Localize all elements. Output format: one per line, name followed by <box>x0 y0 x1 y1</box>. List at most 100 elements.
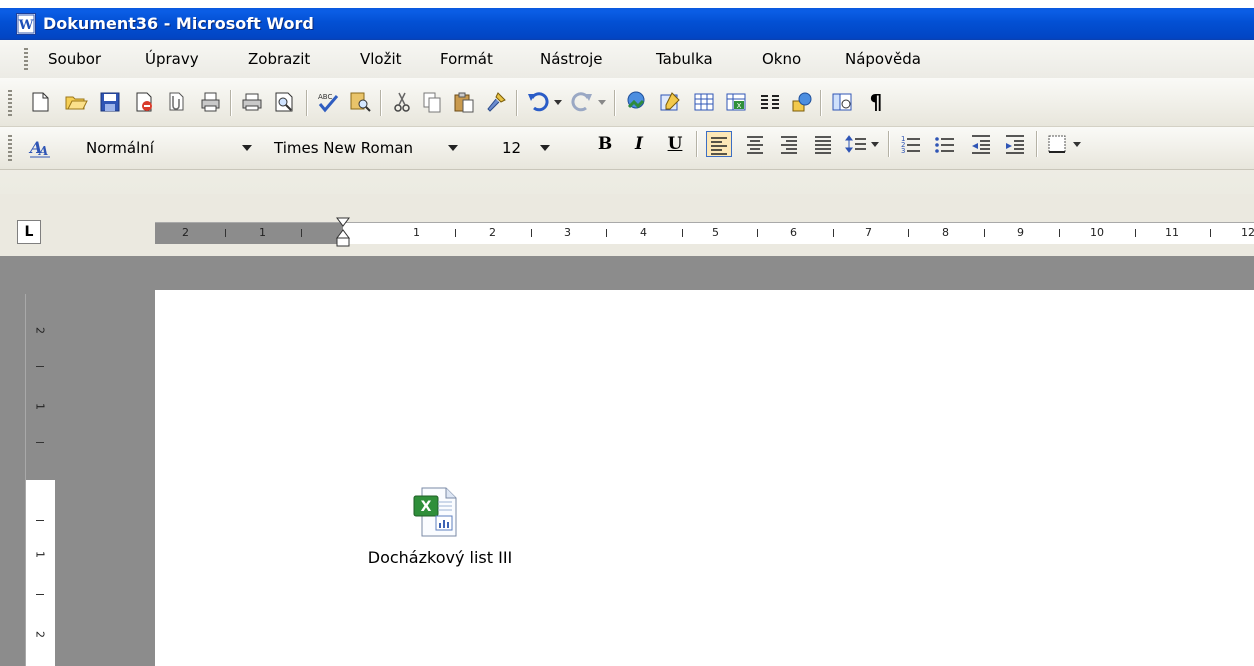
numbering-icon: 123 <box>901 135 920 155</box>
cut-icon[interactable] <box>390 90 414 114</box>
menu-tabulka[interactable]: Tabulka <box>656 50 713 68</box>
copy-icon[interactable] <box>420 90 444 114</box>
borders-button[interactable] <box>1046 131 1086 157</box>
undo-dropdown-icon[interactable] <box>552 94 564 118</box>
bullets-button[interactable] <box>932 131 958 157</box>
increase-indent-icon <box>1006 135 1024 154</box>
vruler-label: 2 <box>33 327 47 334</box>
show-formatting-icon[interactable]: ¶ <box>864 90 888 114</box>
ruler-label: 1 <box>413 226 420 239</box>
menu-bar: Soubor Úpravy Zobrazit Vložit Formát Nás… <box>0 40 1254 79</box>
align-center-icon <box>747 136 763 154</box>
vertical-ruler[interactable]: 2 1 1 2 <box>25 294 55 666</box>
ruler-margin-top <box>26 294 55 480</box>
title-bar[interactable]: W Dokument36 - Microsoft Word <box>0 0 1254 40</box>
save-icon[interactable] <box>98 90 122 114</box>
vruler-label: 1 <box>33 403 47 410</box>
font-size-dropdown-arrow-icon[interactable] <box>540 145 550 151</box>
menu-okno[interactable]: Okno <box>762 50 801 68</box>
numbering-button[interactable]: 123 <box>898 131 924 157</box>
redo-dropdown-icon[interactable] <box>596 94 608 118</box>
vruler-label: 1 <box>33 551 47 558</box>
justify-icon <box>815 136 831 154</box>
justify-button[interactable] <box>810 131 836 157</box>
tab-selector[interactable]: L <box>17 220 41 244</box>
formatting-toolbar: AA Normální Times New Roman 12 B I U 1 2… <box>0 127 1254 170</box>
ruler-label: 6 <box>790 226 797 239</box>
research-icon[interactable] <box>348 90 372 114</box>
font-dropdown[interactable]: Times New Roman <box>266 135 470 159</box>
line-spacing-icon <box>845 135 879 153</box>
styles-formatting-icon[interactable]: AA <box>28 135 52 159</box>
toolbar-grip[interactable] <box>8 90 12 116</box>
formatting-grip[interactable] <box>8 135 12 161</box>
ruler-label: 2 <box>489 226 496 239</box>
menu-vlozit[interactable]: Vložit <box>360 50 402 68</box>
ruler-label: 4 <box>640 226 647 239</box>
drawing-icon[interactable] <box>790 90 814 114</box>
font-dropdown-arrow-icon[interactable] <box>448 145 458 151</box>
menu-nastroje[interactable]: Nástroje <box>540 50 603 68</box>
print-preview-printer-icon[interactable] <box>240 90 264 114</box>
decrease-indent-button[interactable] <box>968 131 994 157</box>
align-left-button[interactable] <box>706 131 732 157</box>
email-attach-icon[interactable] <box>164 90 188 114</box>
menu-soubor[interactable]: Soubor <box>48 50 101 68</box>
font-size-dropdown[interactable]: 12 <box>496 135 560 159</box>
menu-upravy[interactable]: Úpravy <box>145 50 199 68</box>
print-icon[interactable] <box>198 90 222 114</box>
document-workspace: 2 1 1 2 X Docházkový list III <box>0 256 1254 666</box>
bold-button[interactable]: B <box>592 131 618 157</box>
embedded-object-caption: Docházkový list III <box>367 548 513 567</box>
underline-button[interactable]: U <box>662 131 688 157</box>
style-dropdown-arrow-icon[interactable] <box>242 145 252 151</box>
font-value: Times New Roman <box>274 139 414 157</box>
horizontal-ruler[interactable]: 2 1 1 2 3 4 5 6 7 8 9 10 11 12 <box>155 217 1254 247</box>
tables-borders-icon[interactable] <box>658 90 682 114</box>
align-right-button[interactable] <box>776 131 802 157</box>
insert-excel-sheet-icon[interactable]: X <box>724 90 748 114</box>
style-dropdown[interactable]: Normální <box>60 135 260 159</box>
columns-icon[interactable] <box>758 90 782 114</box>
document-map-icon[interactable] <box>830 90 854 114</box>
menu-zobrazit[interactable]: Zobrazit <box>248 50 310 68</box>
menu-napoveda[interactable]: Nápověda <box>845 50 921 68</box>
bullets-icon <box>935 137 954 153</box>
italic-button[interactable]: I <box>626 131 652 157</box>
permission-icon[interactable] <box>132 90 156 114</box>
svg-text:A: A <box>38 144 48 158</box>
ruler-label: 9 <box>1017 226 1024 239</box>
new-document-icon[interactable] <box>28 90 52 114</box>
indent-marker-icon[interactable] <box>335 217 351 251</box>
ruler-label: 1 <box>259 226 266 239</box>
svg-text:3: 3 <box>901 147 905 155</box>
spelling-check-icon[interactable]: ABC <box>316 90 340 114</box>
ruler-label: 3 <box>564 226 571 239</box>
insert-table-icon[interactable] <box>692 90 716 114</box>
borders-icon <box>1048 135 1081 153</box>
window-title: Dokument36 - Microsoft Word <box>43 14 314 33</box>
menu-grip[interactable] <box>24 48 28 70</box>
print-preview-icon[interactable] <box>272 90 296 114</box>
menu-format[interactable]: Formát <box>440 50 493 68</box>
command-bars: Soubor Úpravy Zobrazit Vložit Formát Nás… <box>0 40 1254 194</box>
svg-text:X: X <box>421 499 432 515</box>
ruler-row: L 2 1 1 2 3 4 5 6 7 8 9 10 11 12 <box>0 194 1254 256</box>
paste-icon[interactable] <box>452 90 476 114</box>
open-folder-icon[interactable] <box>64 90 88 114</box>
vruler-label: 2 <box>33 631 47 638</box>
format-painter-icon[interactable] <box>484 90 508 114</box>
excel-file-icon[interactable]: X <box>412 486 460 538</box>
ruler-label: 7 <box>865 226 872 239</box>
hyperlink-icon[interactable] <box>624 90 648 114</box>
redo-icon[interactable] <box>570 90 594 114</box>
word-app-icon[interactable]: W <box>16 13 36 35</box>
align-center-button[interactable] <box>742 131 768 157</box>
document-page[interactable]: X Docházkový list III <box>155 290 1254 666</box>
line-spacing-button[interactable] <box>844 131 882 157</box>
embedded-excel-object[interactable]: X Docházkový list III <box>350 486 530 576</box>
undo-icon[interactable] <box>526 90 550 114</box>
increase-indent-button[interactable] <box>1002 131 1028 157</box>
align-right-icon <box>781 136 797 154</box>
ruler-label: 11 <box>1165 226 1179 239</box>
